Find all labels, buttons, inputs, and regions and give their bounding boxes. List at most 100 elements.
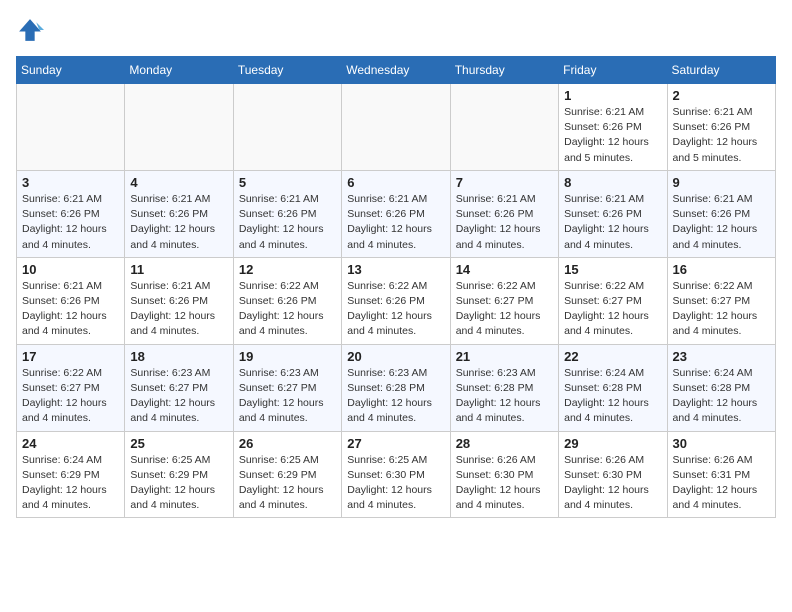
- day-info: Sunrise: 6:21 AM Sunset: 6:26 PM Dayligh…: [347, 192, 444, 253]
- calendar-day-cell: 20Sunrise: 6:23 AM Sunset: 6:28 PM Dayli…: [342, 344, 450, 431]
- calendar-day-cell: 5 Sunrise: 6:21 AM Sunset: 6:26 PM Daylig…: [233, 170, 341, 257]
- day-info: Sunrise: 6:21 AM Sunset: 6:26 PM Dayligh…: [564, 105, 661, 166]
- day-info: Sunrise: 6:25 AM Sunset: 6:29 PM Dayligh…: [130, 453, 227, 514]
- day-number: 16: [673, 262, 770, 277]
- day-info: Sunrise: 6:24 AM Sunset: 6:28 PM Dayligh…: [673, 366, 770, 427]
- calendar-day-cell: 6 Sunrise: 6:21 AM Sunset: 6:26 PM Daylig…: [342, 170, 450, 257]
- day-info: Sunrise: 6:26 AM Sunset: 6:31 PM Dayligh…: [673, 453, 770, 514]
- day-info: Sunrise: 6:22 AM Sunset: 6:27 PM Dayligh…: [564, 279, 661, 340]
- calendar-day-cell: 13 Sunrise: 6:22 AM Sunset: 6:26 PM Dayli…: [342, 257, 450, 344]
- day-number: 10: [22, 262, 119, 277]
- day-number: 28: [456, 436, 553, 451]
- day-number: 5: [239, 175, 336, 190]
- day-info: Sunrise: 6:23 AM Sunset: 6:28 PM Dayligh…: [456, 366, 553, 427]
- day-info: Sunrise: 6:23 AM Sunset: 6:27 PM Dayligh…: [239, 366, 336, 427]
- calendar-table: SundayMondayTuesdayWednesdayThursdayFrid…: [16, 56, 776, 518]
- day-info: Sunrise: 6:21 AM Sunset: 6:26 PM Dayligh…: [130, 192, 227, 253]
- day-info: Sunrise: 6:26 AM Sunset: 6:30 PM Dayligh…: [564, 453, 661, 514]
- calendar-header-monday: Monday: [125, 57, 233, 84]
- day-number: 24: [22, 436, 119, 451]
- day-number: 29: [564, 436, 661, 451]
- day-number: 7: [456, 175, 553, 190]
- day-number: 2: [673, 88, 770, 103]
- logo-icon: [16, 16, 44, 44]
- day-number: 20: [347, 349, 444, 364]
- calendar-day-cell: 14Sunrise: 6:22 AM Sunset: 6:27 PM Dayli…: [450, 257, 558, 344]
- day-number: 19: [239, 349, 336, 364]
- day-number: 13: [347, 262, 444, 277]
- day-number: 18: [130, 349, 227, 364]
- day-info: Sunrise: 6:22 AM Sunset: 6:26 PM Dayligh…: [239, 279, 336, 340]
- day-info: Sunrise: 6:22 AM Sunset: 6:27 PM Dayligh…: [673, 279, 770, 340]
- calendar-header-row: SundayMondayTuesdayWednesdayThursdayFrid…: [17, 57, 776, 84]
- calendar-day-cell: 25 Sunrise: 6:25 AM Sunset: 6:29 PM Dayli…: [125, 431, 233, 518]
- day-info: Sunrise: 6:22 AM Sunset: 6:26 PM Dayligh…: [347, 279, 444, 340]
- day-info: Sunrise: 6:21 AM Sunset: 6:26 PM Dayligh…: [239, 192, 336, 253]
- calendar-day-cell: 26Sunrise: 6:25 AM Sunset: 6:29 PM Dayli…: [233, 431, 341, 518]
- calendar-day-cell: 23 Sunrise: 6:24 AM Sunset: 6:28 PM Dayli…: [667, 344, 775, 431]
- calendar-day-cell: 29 Sunrise: 6:26 AM Sunset: 6:30 PM Dayli…: [559, 431, 667, 518]
- calendar-header-wednesday: Wednesday: [342, 57, 450, 84]
- calendar-week-row: 3 Sunrise: 6:21 AM Sunset: 6:26 PM Daylig…: [17, 170, 776, 257]
- day-info: Sunrise: 6:21 AM Sunset: 6:26 PM Dayligh…: [130, 279, 227, 340]
- calendar-header-tuesday: Tuesday: [233, 57, 341, 84]
- calendar-day-cell: 18 Sunrise: 6:23 AM Sunset: 6:27 PM Dayli…: [125, 344, 233, 431]
- day-info: Sunrise: 6:22 AM Sunset: 6:27 PM Dayligh…: [22, 366, 119, 427]
- calendar-day-cell: [342, 84, 450, 171]
- page-header: [16, 16, 776, 44]
- day-number: 8: [564, 175, 661, 190]
- calendar-day-cell: 4Sunrise: 6:21 AM Sunset: 6:26 PM Daylig…: [125, 170, 233, 257]
- calendar-header-friday: Friday: [559, 57, 667, 84]
- calendar-day-cell: 16 Sunrise: 6:22 AM Sunset: 6:27 PM Dayli…: [667, 257, 775, 344]
- calendar-day-cell: 11 Sunrise: 6:21 AM Sunset: 6:26 PM Dayli…: [125, 257, 233, 344]
- day-info: Sunrise: 6:26 AM Sunset: 6:30 PM Dayligh…: [456, 453, 553, 514]
- calendar-week-row: 17Sunrise: 6:22 AM Sunset: 6:27 PM Dayli…: [17, 344, 776, 431]
- day-info: Sunrise: 6:24 AM Sunset: 6:29 PM Dayligh…: [22, 453, 119, 514]
- calendar-day-cell: 27Sunrise: 6:25 AM Sunset: 6:30 PM Dayli…: [342, 431, 450, 518]
- day-number: 27: [347, 436, 444, 451]
- day-info: Sunrise: 6:21 AM Sunset: 6:26 PM Dayligh…: [564, 192, 661, 253]
- day-info: Sunrise: 6:21 AM Sunset: 6:26 PM Dayligh…: [22, 279, 119, 340]
- calendar-day-cell: 17Sunrise: 6:22 AM Sunset: 6:27 PM Dayli…: [17, 344, 125, 431]
- calendar-week-row: 1Sunrise: 6:21 AM Sunset: 6:26 PM Daylig…: [17, 84, 776, 171]
- day-info: Sunrise: 6:21 AM Sunset: 6:26 PM Dayligh…: [673, 192, 770, 253]
- day-number: 22: [564, 349, 661, 364]
- calendar-day-cell: 15 Sunrise: 6:22 AM Sunset: 6:27 PM Dayli…: [559, 257, 667, 344]
- calendar-day-cell: 1Sunrise: 6:21 AM Sunset: 6:26 PM Daylig…: [559, 84, 667, 171]
- calendar-day-cell: 30 Sunrise: 6:26 AM Sunset: 6:31 PM Dayli…: [667, 431, 775, 518]
- calendar-day-cell: 9 Sunrise: 6:21 AM Sunset: 6:26 PM Daylig…: [667, 170, 775, 257]
- day-number: 30: [673, 436, 770, 451]
- day-info: Sunrise: 6:25 AM Sunset: 6:29 PM Dayligh…: [239, 453, 336, 514]
- calendar-day-cell: 12 Sunrise: 6:22 AM Sunset: 6:26 PM Dayli…: [233, 257, 341, 344]
- calendar-day-cell: 19 Sunrise: 6:23 AM Sunset: 6:27 PM Dayli…: [233, 344, 341, 431]
- logo: [16, 16, 48, 44]
- day-number: 14: [456, 262, 553, 277]
- calendar-day-cell: 21Sunrise: 6:23 AM Sunset: 6:28 PM Dayli…: [450, 344, 558, 431]
- calendar-week-row: 10 Sunrise: 6:21 AM Sunset: 6:26 PM Dayli…: [17, 257, 776, 344]
- day-number: 23: [673, 349, 770, 364]
- calendar-day-cell: [17, 84, 125, 171]
- day-number: 6: [347, 175, 444, 190]
- calendar-day-cell: 10 Sunrise: 6:21 AM Sunset: 6:26 PM Dayli…: [17, 257, 125, 344]
- calendar-day-cell: 3 Sunrise: 6:21 AM Sunset: 6:26 PM Daylig…: [17, 170, 125, 257]
- calendar-week-row: 24 Sunrise: 6:24 AM Sunset: 6:29 PM Dayli…: [17, 431, 776, 518]
- calendar-day-cell: 22Sunrise: 6:24 AM Sunset: 6:28 PM Dayli…: [559, 344, 667, 431]
- calendar-day-cell: 7Sunrise: 6:21 AM Sunset: 6:26 PM Daylig…: [450, 170, 558, 257]
- day-number: 11: [130, 262, 227, 277]
- day-info: Sunrise: 6:21 AM Sunset: 6:26 PM Dayligh…: [673, 105, 770, 166]
- calendar-day-cell: [450, 84, 558, 171]
- day-number: 15: [564, 262, 661, 277]
- day-number: 3: [22, 175, 119, 190]
- calendar-day-cell: [125, 84, 233, 171]
- calendar-day-cell: 28 Sunrise: 6:26 AM Sunset: 6:30 PM Dayli…: [450, 431, 558, 518]
- day-number: 9: [673, 175, 770, 190]
- day-number: 25: [130, 436, 227, 451]
- day-info: Sunrise: 6:21 AM Sunset: 6:26 PM Dayligh…: [22, 192, 119, 253]
- day-info: Sunrise: 6:23 AM Sunset: 6:27 PM Dayligh…: [130, 366, 227, 427]
- calendar-day-cell: 24 Sunrise: 6:24 AM Sunset: 6:29 PM Dayli…: [17, 431, 125, 518]
- calendar-header-thursday: Thursday: [450, 57, 558, 84]
- day-number: 12: [239, 262, 336, 277]
- calendar-header-sunday: Sunday: [17, 57, 125, 84]
- calendar-header-saturday: Saturday: [667, 57, 775, 84]
- calendar-day-cell: 2 Sunrise: 6:21 AM Sunset: 6:26 PM Daylig…: [667, 84, 775, 171]
